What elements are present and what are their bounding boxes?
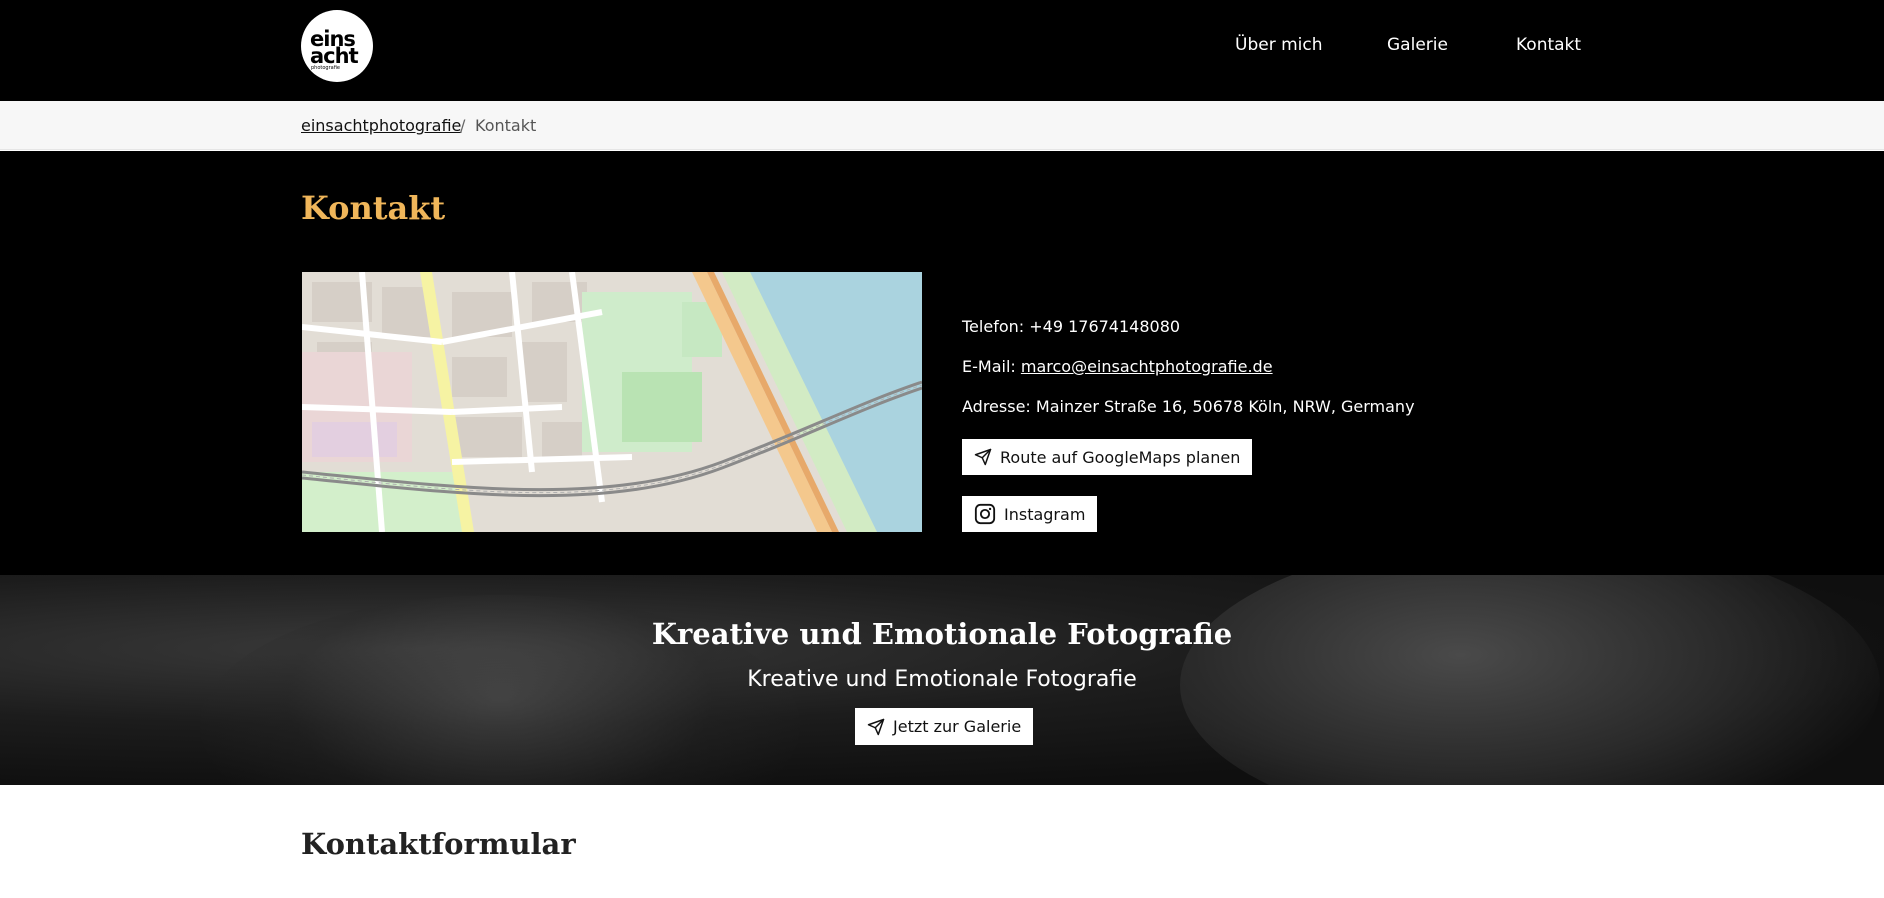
nav-item-kontakt[interactable]: Kontakt bbox=[1516, 35, 1581, 55]
gallery-button-label: Jetzt zur Galerie bbox=[893, 717, 1022, 736]
phone-value[interactable]: +49 17674148080 bbox=[1029, 317, 1180, 336]
site-header: eins acht photografie Über mich Galerie … bbox=[0, 0, 1884, 101]
logo-text-line2: acht bbox=[310, 44, 359, 68]
breadcrumb-separator: / bbox=[460, 116, 466, 135]
contact-form-title: Kontaktformular bbox=[301, 827, 576, 861]
email-link[interactable]: marco@einsachtphotografie.de bbox=[1021, 357, 1273, 376]
breadcrumb-current: Kontakt bbox=[475, 116, 537, 135]
instagram-button[interactable]: Instagram bbox=[962, 496, 1098, 532]
contact-email: E-Mail: marco@einsachtphotografie.de bbox=[962, 357, 1273, 376]
route-button-label: Route auf GoogleMaps planen bbox=[1000, 447, 1241, 467]
contact-address: Adresse: Mainzer Straße 16, 50678 Köln, … bbox=[962, 397, 1415, 416]
breadcrumb-home-link[interactable]: einsachtphotografie bbox=[301, 116, 461, 135]
page-title: Kontakt bbox=[301, 189, 446, 227]
phone-label: Telefon: bbox=[962, 317, 1025, 336]
banner-title: Kreative und Emotionale Fotografie bbox=[651, 617, 1233, 651]
paper-plane-icon bbox=[867, 718, 885, 735]
logo-text-line3: photografie bbox=[311, 65, 340, 71]
nav-item-ueber-mich[interactable]: Über mich bbox=[1235, 35, 1323, 55]
contact-phone: Telefon: +49 17674148080 bbox=[962, 317, 1180, 336]
paper-plane-icon bbox=[974, 448, 992, 466]
banner-subtitle: Kreative und Emotionale Fotografie bbox=[747, 667, 1137, 692]
address-value: Mainzer Straße 16, 50678 Köln, NRW, Germ… bbox=[1035, 397, 1415, 416]
map-graphic bbox=[302, 272, 922, 532]
nav-item-galerie[interactable]: Galerie bbox=[1387, 35, 1448, 55]
address-label: Adresse: bbox=[962, 397, 1031, 416]
gallery-button[interactable]: Jetzt zur Galerie bbox=[855, 708, 1034, 745]
route-button[interactable]: Route auf GoogleMaps planen bbox=[962, 439, 1253, 475]
site-logo[interactable]: eins acht photografie bbox=[301, 10, 373, 82]
contact-section: Kontakt Telefon: +49 17674148080 E-Mail:… bbox=[0, 151, 1884, 575]
instagram-button-label: Instagram bbox=[1004, 504, 1086, 524]
breadcrumb: einsachtphotografie / Kontakt bbox=[0, 101, 1884, 150]
email-label: E-Mail: bbox=[962, 357, 1016, 376]
hero-banner: Kreative und Emotionale Fotografie Kreat… bbox=[0, 575, 1884, 785]
location-map[interactable] bbox=[302, 272, 922, 532]
instagram-icon bbox=[974, 503, 996, 525]
